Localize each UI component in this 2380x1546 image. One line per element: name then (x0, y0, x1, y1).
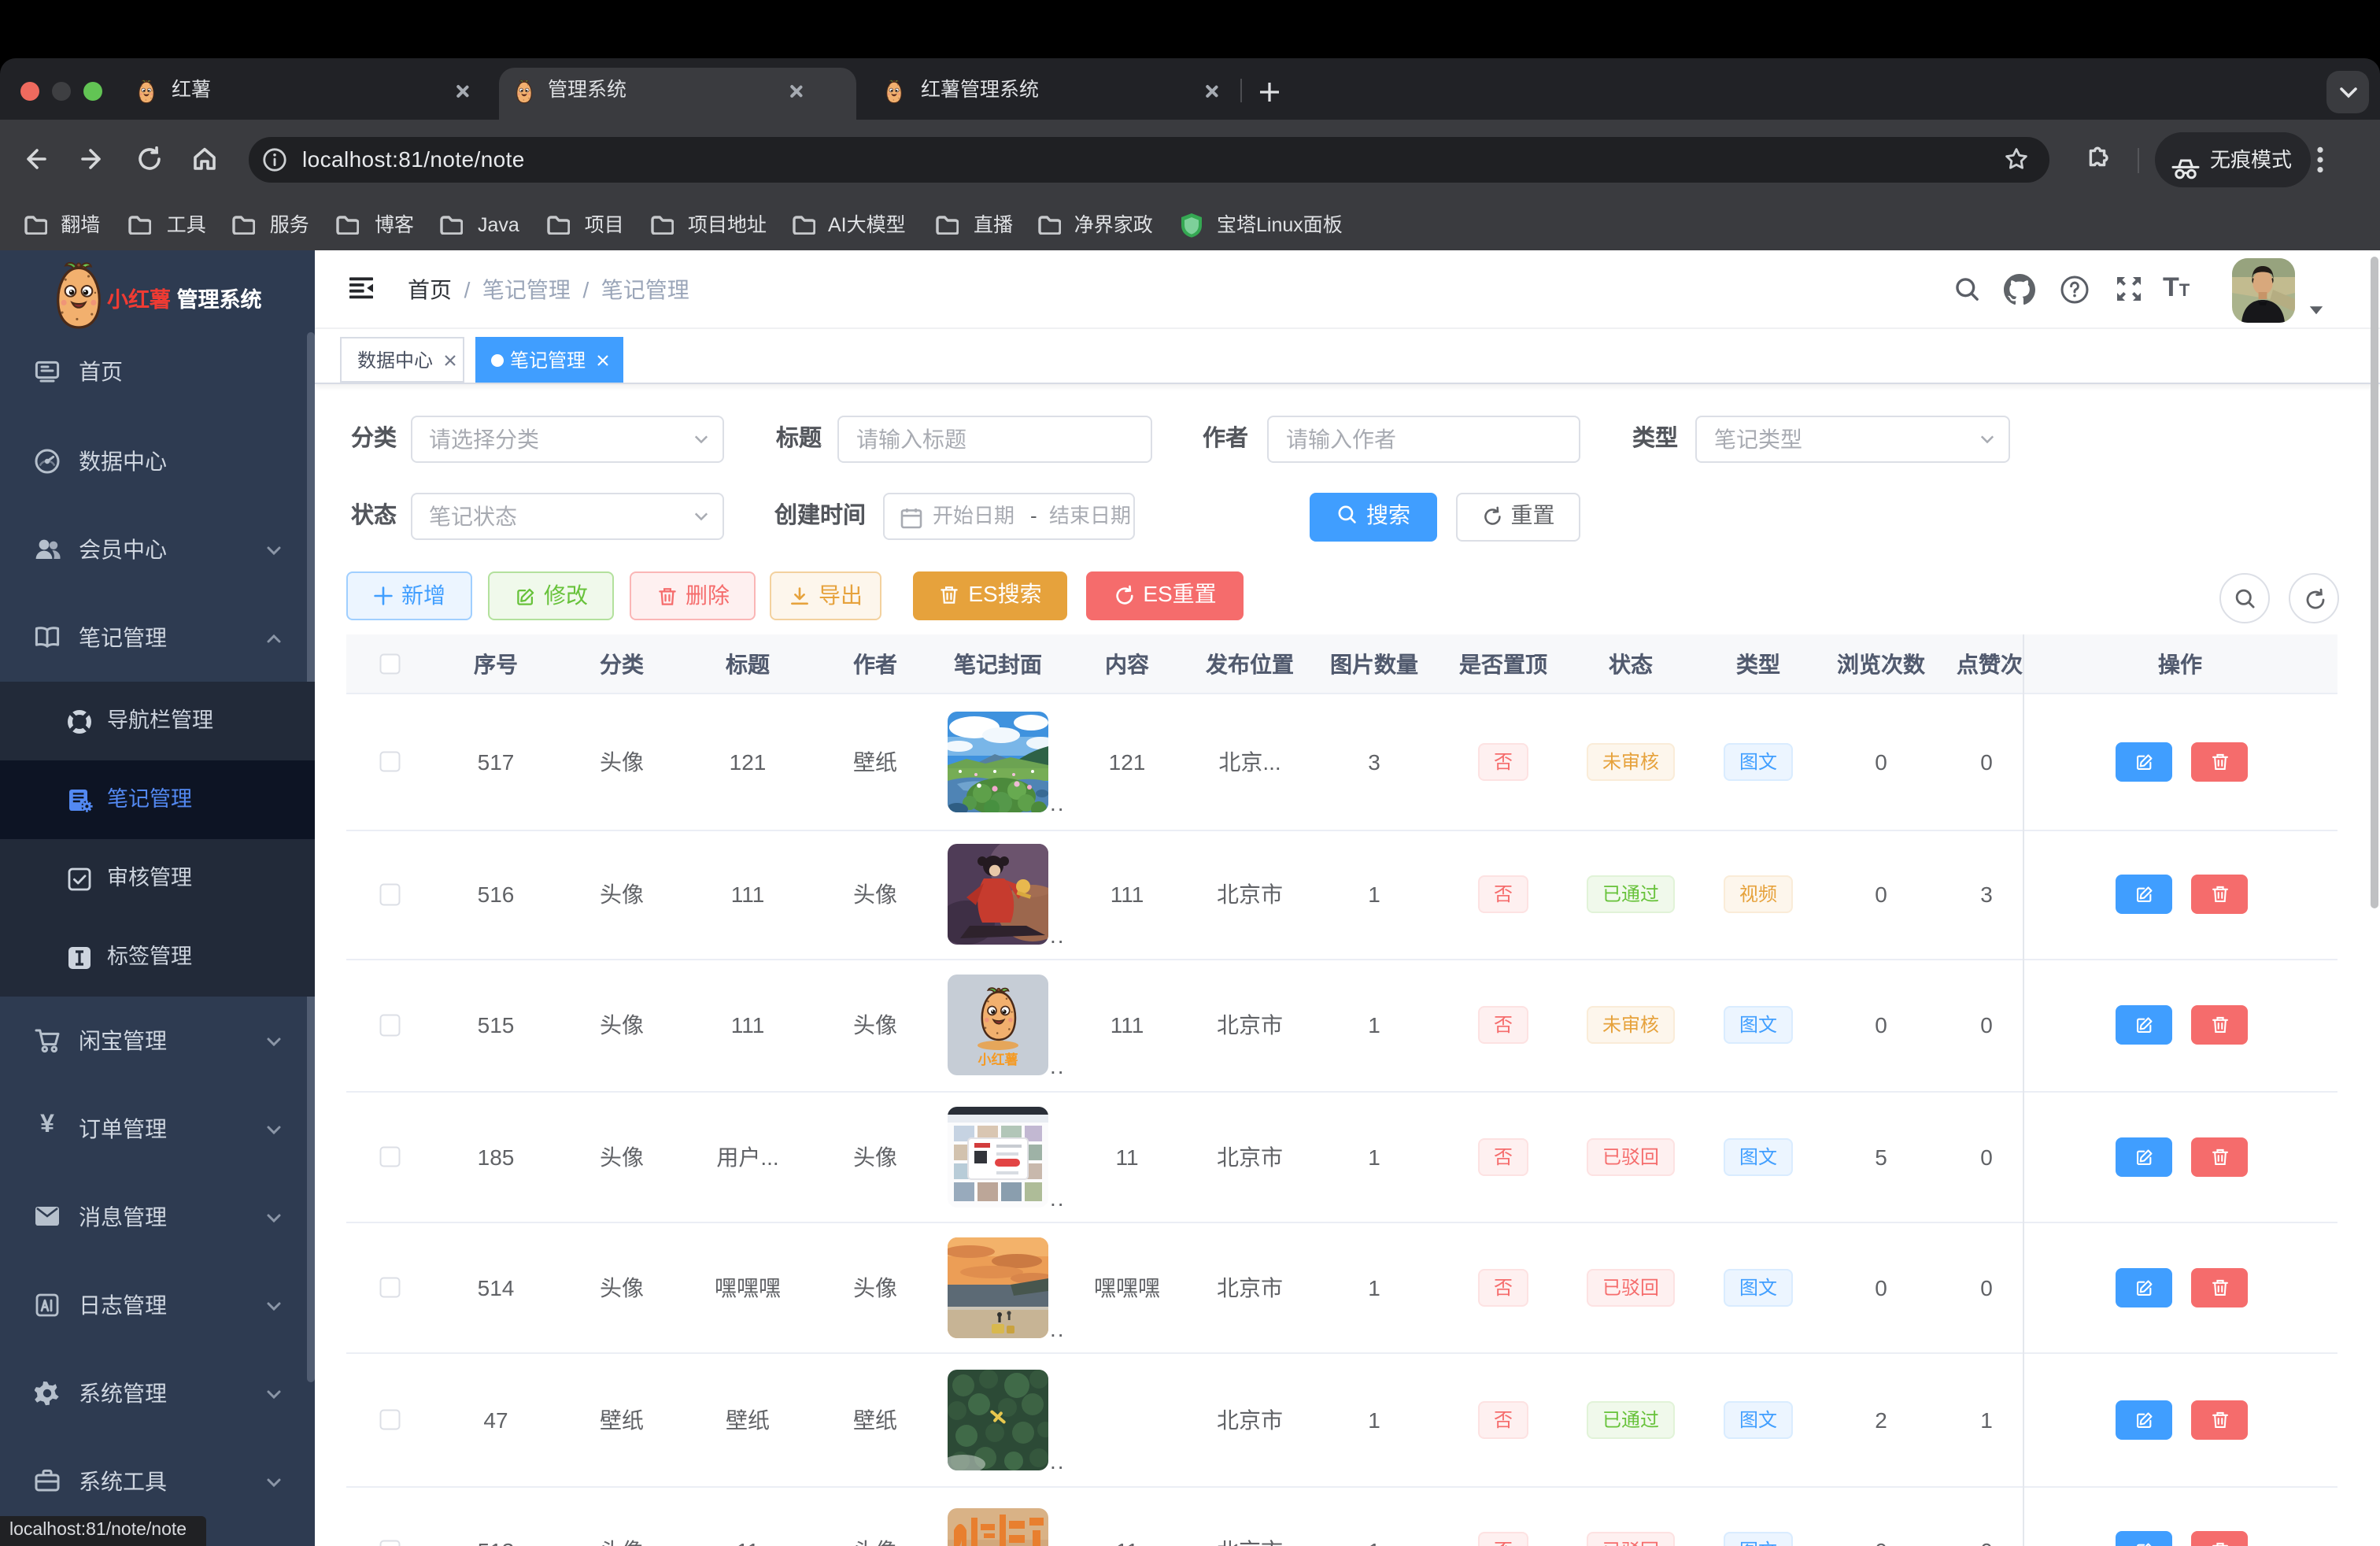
svg-text:小红薯: 小红薯 (978, 1052, 1018, 1067)
